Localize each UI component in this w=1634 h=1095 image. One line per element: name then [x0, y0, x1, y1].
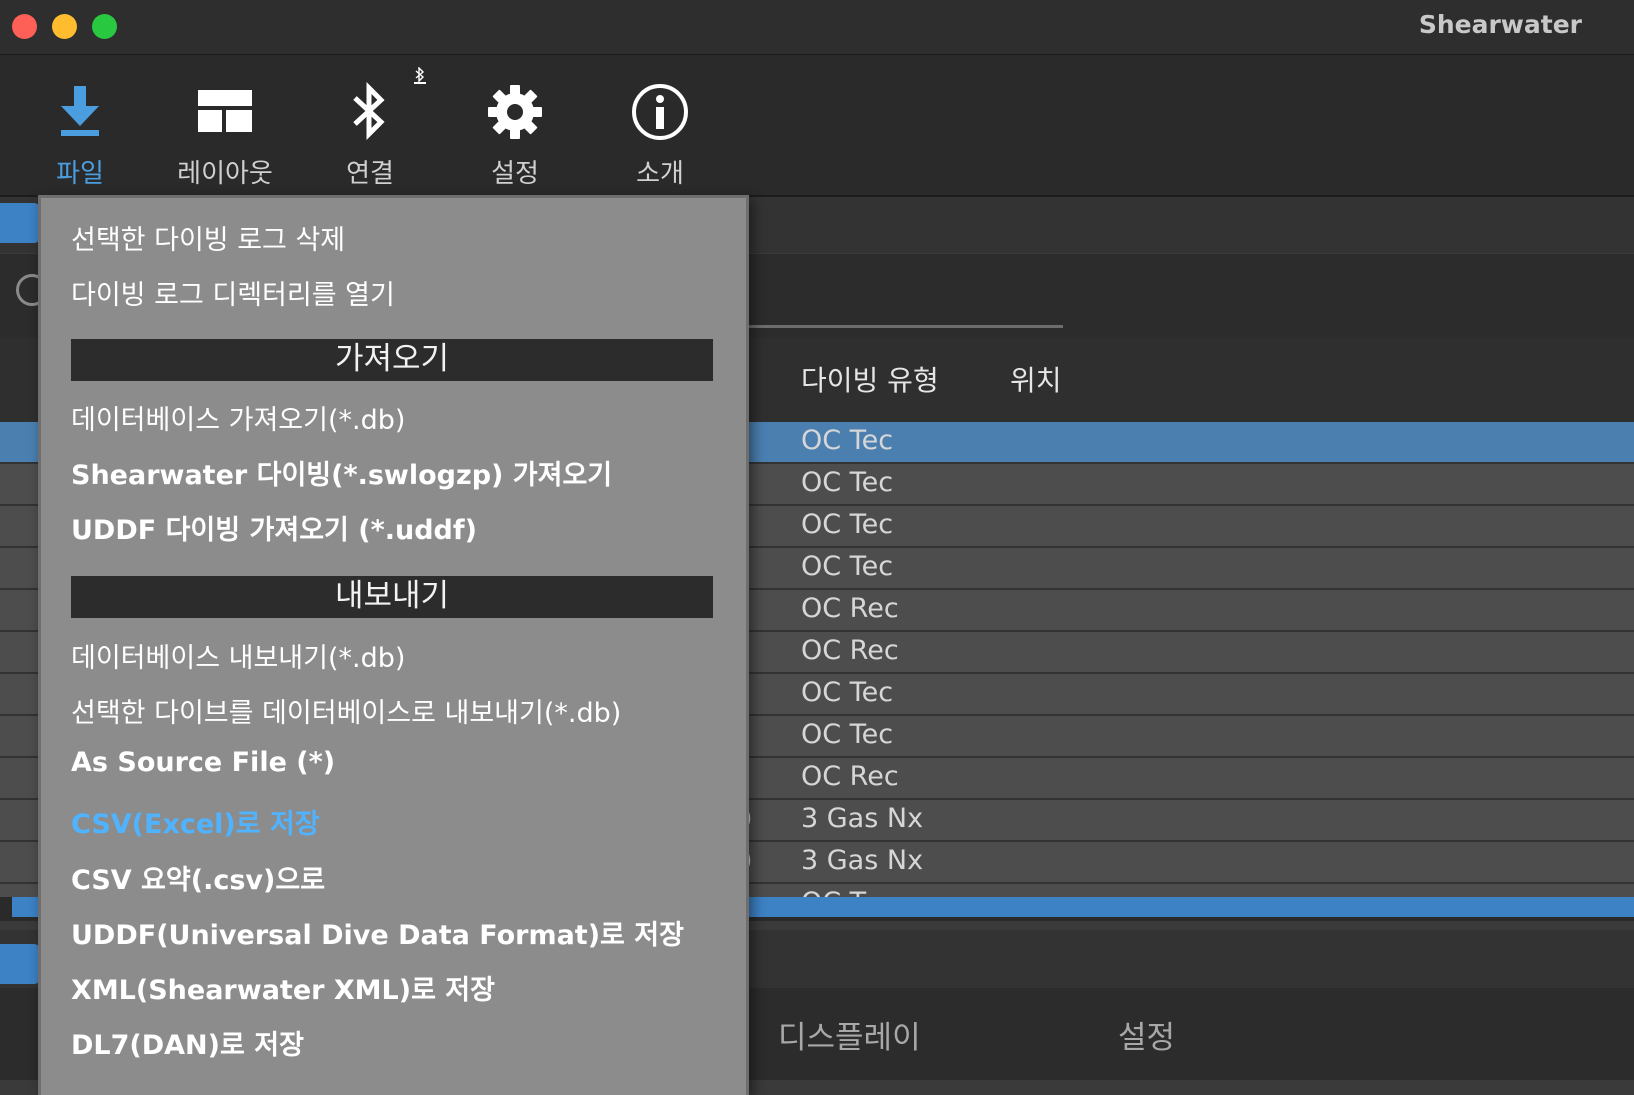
- menu-item-save-csv-excel[interactable]: CSV(Excel)로 저장: [71, 802, 320, 841]
- panel-collapse-tab[interactable]: [0, 203, 40, 243]
- dive-type-cell: OC Tec: [801, 467, 894, 498]
- dive-type-cell: 3 Gas Nx: [801, 803, 924, 834]
- maximize-window-button[interactable]: [92, 14, 117, 39]
- toolbar-about-button[interactable]: 소개: [590, 55, 730, 195]
- menu-item-csv-summary[interactable]: CSV 요약(.csv)으로: [71, 858, 325, 897]
- column-header-location[interactable]: 위치: [1010, 359, 1062, 399]
- window-title: Shearwater: [1418, 10, 1582, 39]
- dive-type-cell: OC Rec: [801, 635, 899, 666]
- toolbar-file-label: 파일: [56, 159, 104, 189]
- menu-item-export-database[interactable]: 데이터베이스 내보내기(*.db): [71, 636, 405, 675]
- tab-display[interactable]: 디스플레이: [778, 1012, 921, 1057]
- bluetooth-badge-icon: [413, 66, 427, 85]
- minimize-window-button[interactable]: [52, 14, 77, 39]
- dive-type-cell: OC Rec: [801, 593, 899, 624]
- toolbar-connect-button[interactable]: 연결: [300, 55, 440, 195]
- layout-icon: [155, 77, 295, 147]
- toolbar-about-label: 소개: [636, 159, 684, 189]
- menu-item-open-log-directory[interactable]: 다이빙 로그 디렉터리를 열기: [71, 273, 395, 312]
- close-window-button[interactable]: [12, 14, 37, 39]
- dive-type-cell: OC Tec: [801, 509, 894, 540]
- toolbar-settings-label: 설정: [491, 159, 539, 189]
- dive-type-cell: OC Tec: [801, 677, 894, 708]
- dive-type-cell: OC Rec: [801, 761, 899, 792]
- menu-item-import-shearwater[interactable]: Shearwater 다이빙(*.swlogzp) 가져오기: [71, 453, 612, 492]
- toolbar-connect-label: 연결: [346, 159, 394, 189]
- menu-item-save-xml[interactable]: XML(Shearwater XML)로 저장: [71, 968, 495, 1007]
- menu-item-import-uddf[interactable]: UDDF 다이빙 가져오기 (*.uddf): [71, 508, 477, 547]
- main-toolbar: 파일 레이아웃 연결 설정 소개: [0, 55, 1634, 197]
- toolbar-layout-button[interactable]: 레이아웃: [155, 55, 295, 195]
- toolbar-file-button[interactable]: 파일: [10, 55, 150, 195]
- dive-type-cell: OC Tec: [801, 719, 894, 750]
- search-input-underline[interactable]: [745, 325, 1063, 328]
- column-header-dive-type[interactable]: 다이빙 유형: [801, 359, 939, 399]
- info-icon: [590, 77, 730, 147]
- menu-item-save-dl7[interactable]: DL7(DAN)로 저장: [71, 1023, 304, 1062]
- title-bar: Shearwater: [0, 0, 1634, 55]
- toolbar-settings-button[interactable]: 설정: [445, 55, 585, 195]
- details-collapse-tab[interactable]: [0, 944, 40, 984]
- menu-item-save-uddf[interactable]: UDDF(Universal Dive Data Format)로 저장: [71, 913, 684, 952]
- dive-type-cell: OC Tec: [801, 425, 894, 456]
- menu-item-as-source-file[interactable]: As Source File (*): [71, 747, 335, 778]
- file-dropdown-menu: 선택한 다이빙 로그 삭제 다이빙 로그 디렉터리를 열기 가져오기 데이터베이…: [38, 195, 749, 1095]
- tab-settings[interactable]: 설정: [1118, 1012, 1175, 1057]
- menu-section-export: 내보내기: [71, 576, 713, 618]
- gear-icon: [445, 77, 585, 147]
- menu-item-delete-selected[interactable]: 선택한 다이빙 로그 삭제: [71, 218, 345, 257]
- menu-item-import-database[interactable]: 데이터베이스 가져오기(*.db): [71, 398, 405, 437]
- dive-type-cell: OC Tec: [801, 551, 894, 582]
- download-icon: [10, 77, 150, 147]
- bluetooth-icon: [300, 77, 440, 147]
- menu-item-export-selected-database[interactable]: 선택한 다이브를 데이터베이스로 내보내기(*.db): [71, 691, 621, 730]
- menu-section-import: 가져오기: [71, 339, 713, 381]
- toolbar-layout-label: 레이아웃: [177, 159, 273, 189]
- dive-type-cell: 3 Gas Nx: [801, 845, 924, 876]
